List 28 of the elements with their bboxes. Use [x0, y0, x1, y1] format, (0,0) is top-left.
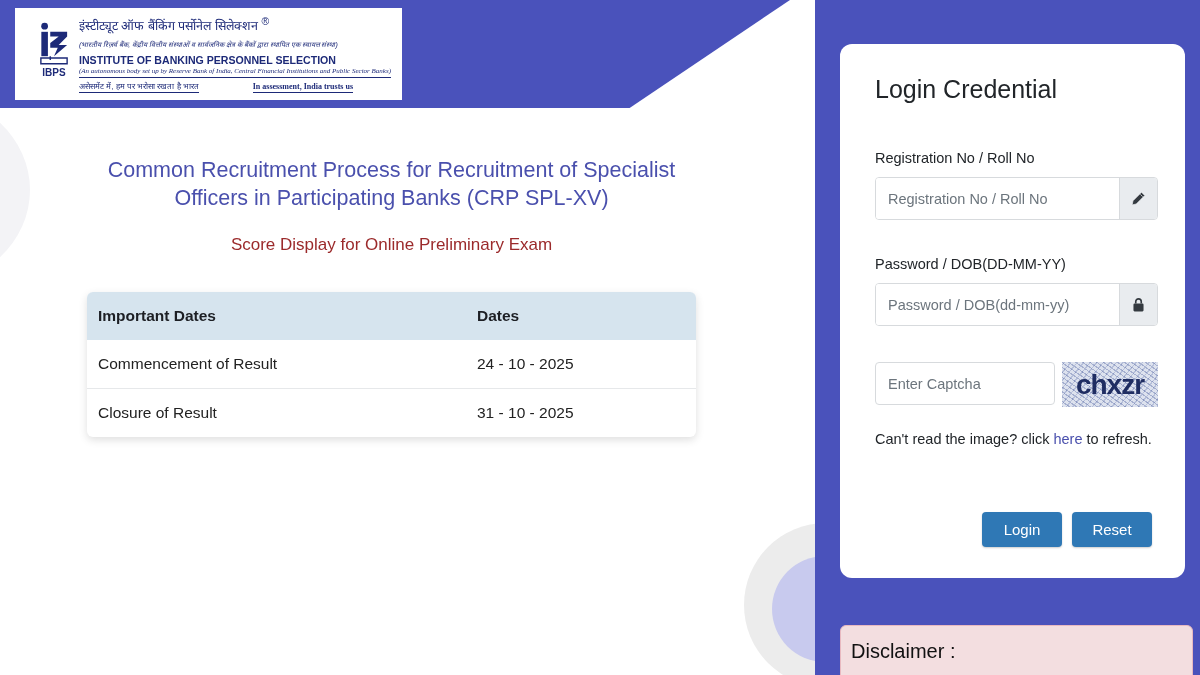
- captcha-field[interactable]: Enter Captcha: [875, 362, 1055, 405]
- pencil-icon: [1131, 191, 1146, 206]
- lock-icon: [1133, 297, 1144, 312]
- field-label: Registration No / Roll No: [875, 149, 1036, 168]
- table-cell: 24 - 10 - 2025: [477, 355, 574, 373]
- refresh-link[interactable]: here: [1053, 431, 1083, 447]
- table-cell-text: Commencement of Result: [97, 355, 279, 373]
- input-field[interactable]: Registration No / Roll No: [875, 177, 1158, 220]
- logo-label: IBPS: [42, 67, 66, 78]
- captcha-image: chxzr: [1062, 362, 1158, 407]
- hindi-tagline: असेसमेंट में, हम पर भरोसा रखता है भारत: [79, 82, 199, 94]
- reset-button[interactable]: Reset: [1072, 512, 1152, 547]
- column-header: Important Dates: [97, 307, 217, 325]
- refresh-note: Can't read the image? click here to refresh.: [875, 430, 1153, 449]
- login-button[interactable]: Login: [982, 512, 1062, 547]
- page-subtitle: Score Display for Online Preliminary Exam: [229, 234, 554, 256]
- disclaimer-title: Disclaimer :: [851, 640, 956, 662]
- english-name: INSTITUTE OF BANKING PERSONNEL SELECTION: [79, 54, 336, 68]
- table-cell: 31 - 10 - 2025: [477, 404, 574, 422]
- emblem-icon: [39, 22, 69, 66]
- page-title: Common Recruitment Process for Recruitment of Specialist Officers in Participating Banks (CRP SPL-XV): [106, 157, 677, 212]
- column-header: Dates: [477, 307, 520, 325]
- field-label: Password / DOB(DD-MM-YY): [875, 255, 1067, 274]
- hindi-name: इंस्टीट्यूट ऑफ बैंकिंग पर्सोनेल सिलेक्शन $^{®}$: [79, 15, 270, 36]
- login-title: Login Credential: [875, 74, 1059, 105]
- table-cell-text: Closure of Result: [97, 404, 218, 422]
- input-field[interactable]: Password / DOB(dd-mm-yy): [875, 283, 1158, 326]
- english-tagline: In assessment, India trusts us: [252, 82, 353, 94]
